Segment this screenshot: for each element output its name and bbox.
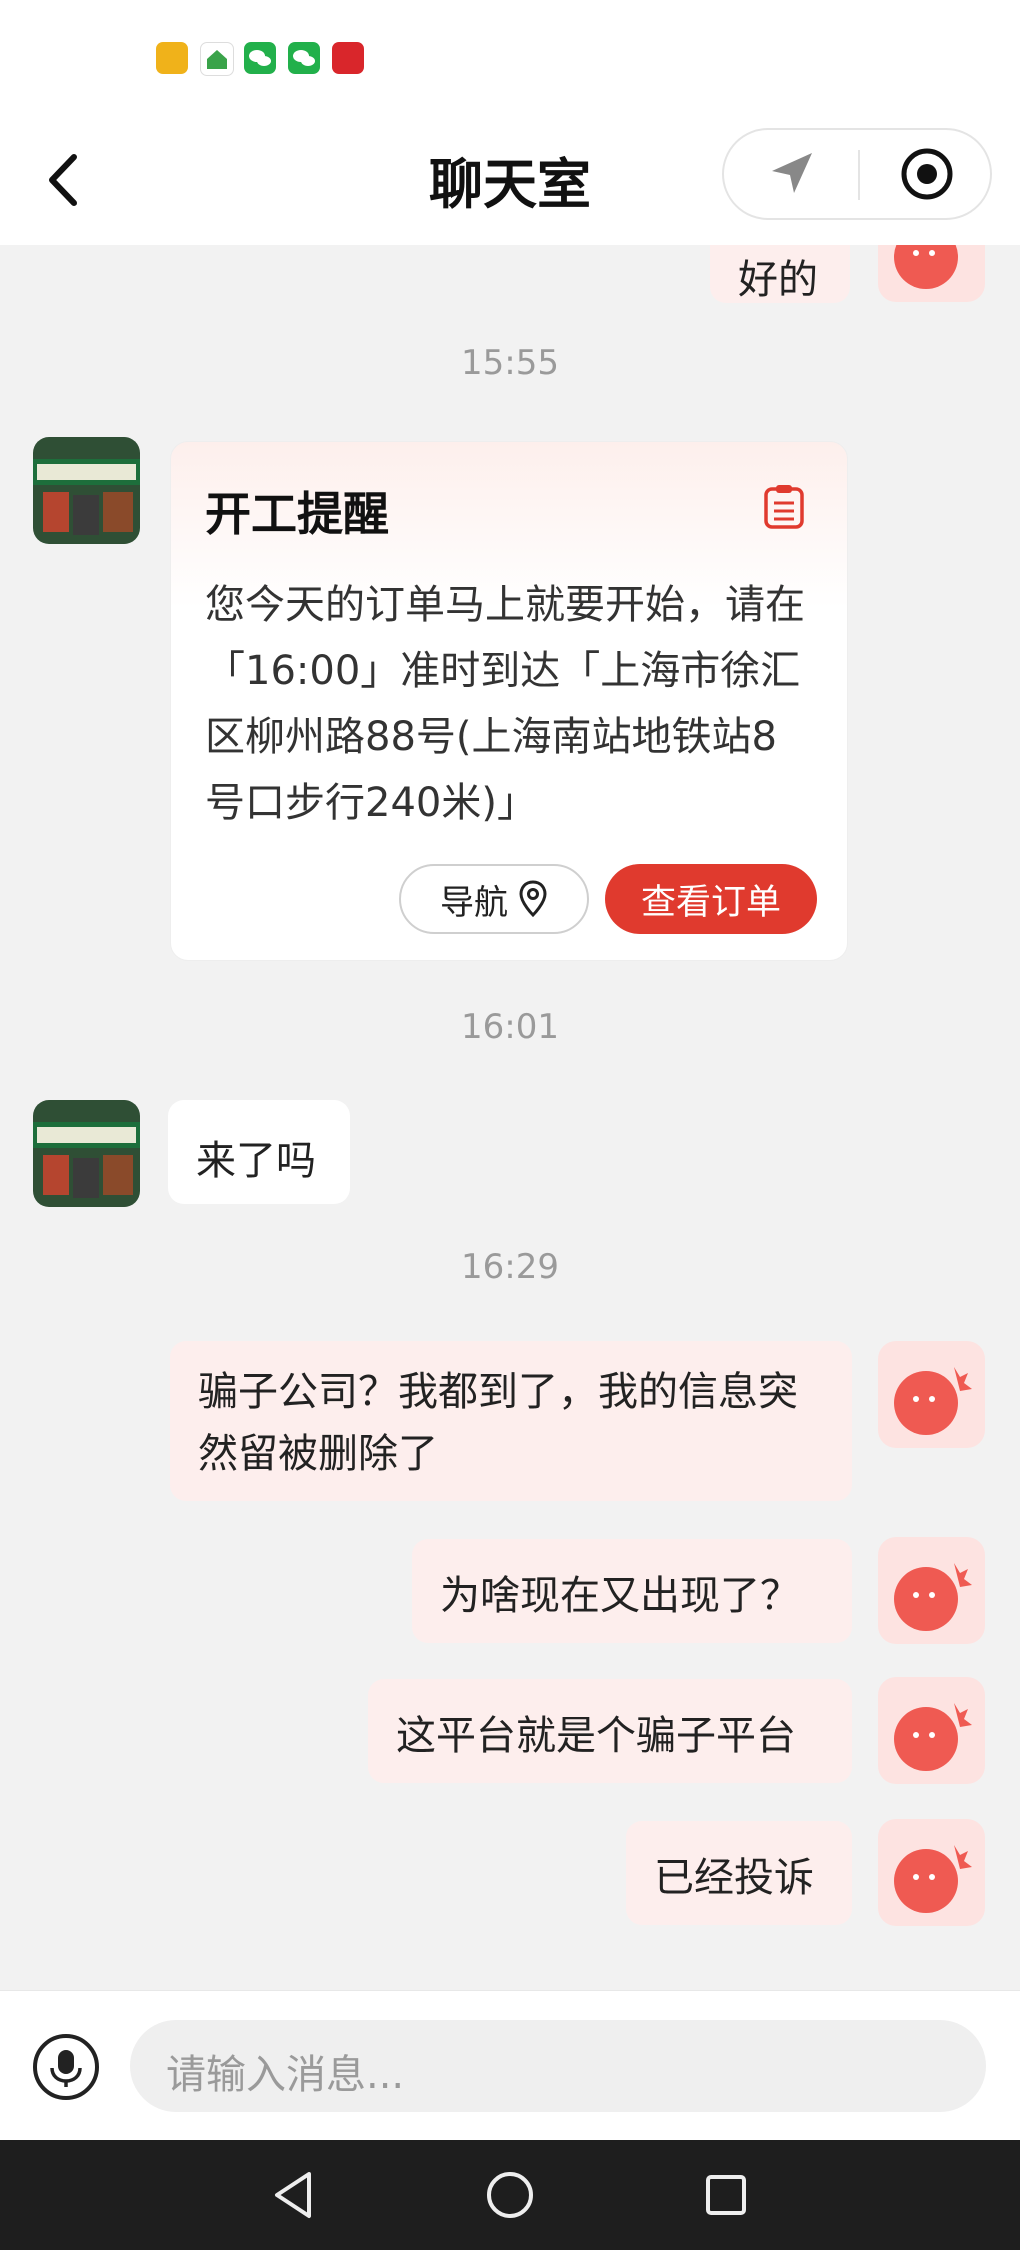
message-bubble-mine: 已经投诉 (626, 1821, 852, 1925)
message-bubble-other: 来了吗 (168, 1100, 350, 1204)
timestamp: 16:29 (461, 1247, 559, 1287)
circle-home-icon (487, 2172, 533, 2218)
my-avatar[interactable] (878, 1341, 985, 1448)
system-back-button[interactable] (244, 2140, 344, 2250)
timestamp: 16:01 (461, 1007, 559, 1047)
system-home-button[interactable] (460, 2140, 560, 2250)
message-input-bar: 请输入消息... (0, 1990, 1020, 2141)
app-notification-icon (156, 42, 188, 74)
chat-message-list[interactable]: 好的 15:55 开工提醒 您今天的订单马上就要开始，请在「16:00」准时到达 (0, 245, 1020, 1990)
message-input-placeholder: 请输入消息... (166, 2052, 405, 2098)
chat-header: 聊天室 (0, 120, 1020, 245)
navigate-button[interactable]: 导航 (399, 864, 589, 934)
status-bar (0, 0, 1020, 120)
work-reminder-card: 开工提醒 您今天的订单马上就要开始，请在「16:00」准时到达「上海市徐汇区柳州… (170, 441, 848, 961)
system-recents-button[interactable] (676, 2140, 776, 2250)
clipboard-icon (763, 484, 805, 530)
shop-avatar[interactable] (33, 437, 140, 544)
navigate-label: 导航 (440, 882, 508, 923)
my-avatar[interactable] (878, 245, 985, 302)
wechat-notification-icon (288, 42, 320, 74)
target-icon (901, 148, 953, 200)
triangle-back-icon (275, 2172, 311, 2218)
voice-input-button[interactable] (33, 2034, 99, 2100)
home-app-notification-icon (200, 42, 234, 76)
my-avatar[interactable] (878, 1677, 985, 1784)
message-bubble-mine: 骗子公司？我都到了，我的信息突然留被删除了 (170, 1341, 852, 1501)
message-input[interactable]: 请输入消息... (130, 2020, 986, 2112)
microphone-icon (50, 2050, 82, 2087)
close-mini-program-button[interactable] (860, 130, 994, 218)
message-bubble-mine: 这平台就是个骗子平台 (368, 1679, 852, 1783)
mini-program-capsule (722, 128, 992, 220)
timestamp: 15:55 (461, 343, 559, 383)
message-bubble-mine: 好的 (710, 245, 850, 303)
card-body-text: 您今天的订单马上就要开始，请在「16:00」准时到达「上海市徐汇区柳州路88号(… (205, 582, 805, 826)
my-avatar[interactable] (878, 1537, 985, 1644)
view-order-button[interactable]: 查看订单 (605, 864, 817, 934)
card-title: 开工提醒 (205, 487, 389, 541)
red-app-notification-icon (332, 42, 364, 74)
square-recents-icon (706, 2175, 746, 2215)
location-arrow-icon (772, 153, 812, 193)
map-pin-icon (519, 880, 547, 918)
location-button[interactable] (724, 130, 858, 218)
message-bubble-mine: 为啥现在又出现了？ (412, 1539, 852, 1643)
wechat-notification-icon (244, 42, 276, 74)
my-avatar[interactable] (878, 1819, 985, 1926)
system-navigation-bar (0, 2140, 1020, 2250)
shop-avatar[interactable] (33, 1100, 140, 1207)
